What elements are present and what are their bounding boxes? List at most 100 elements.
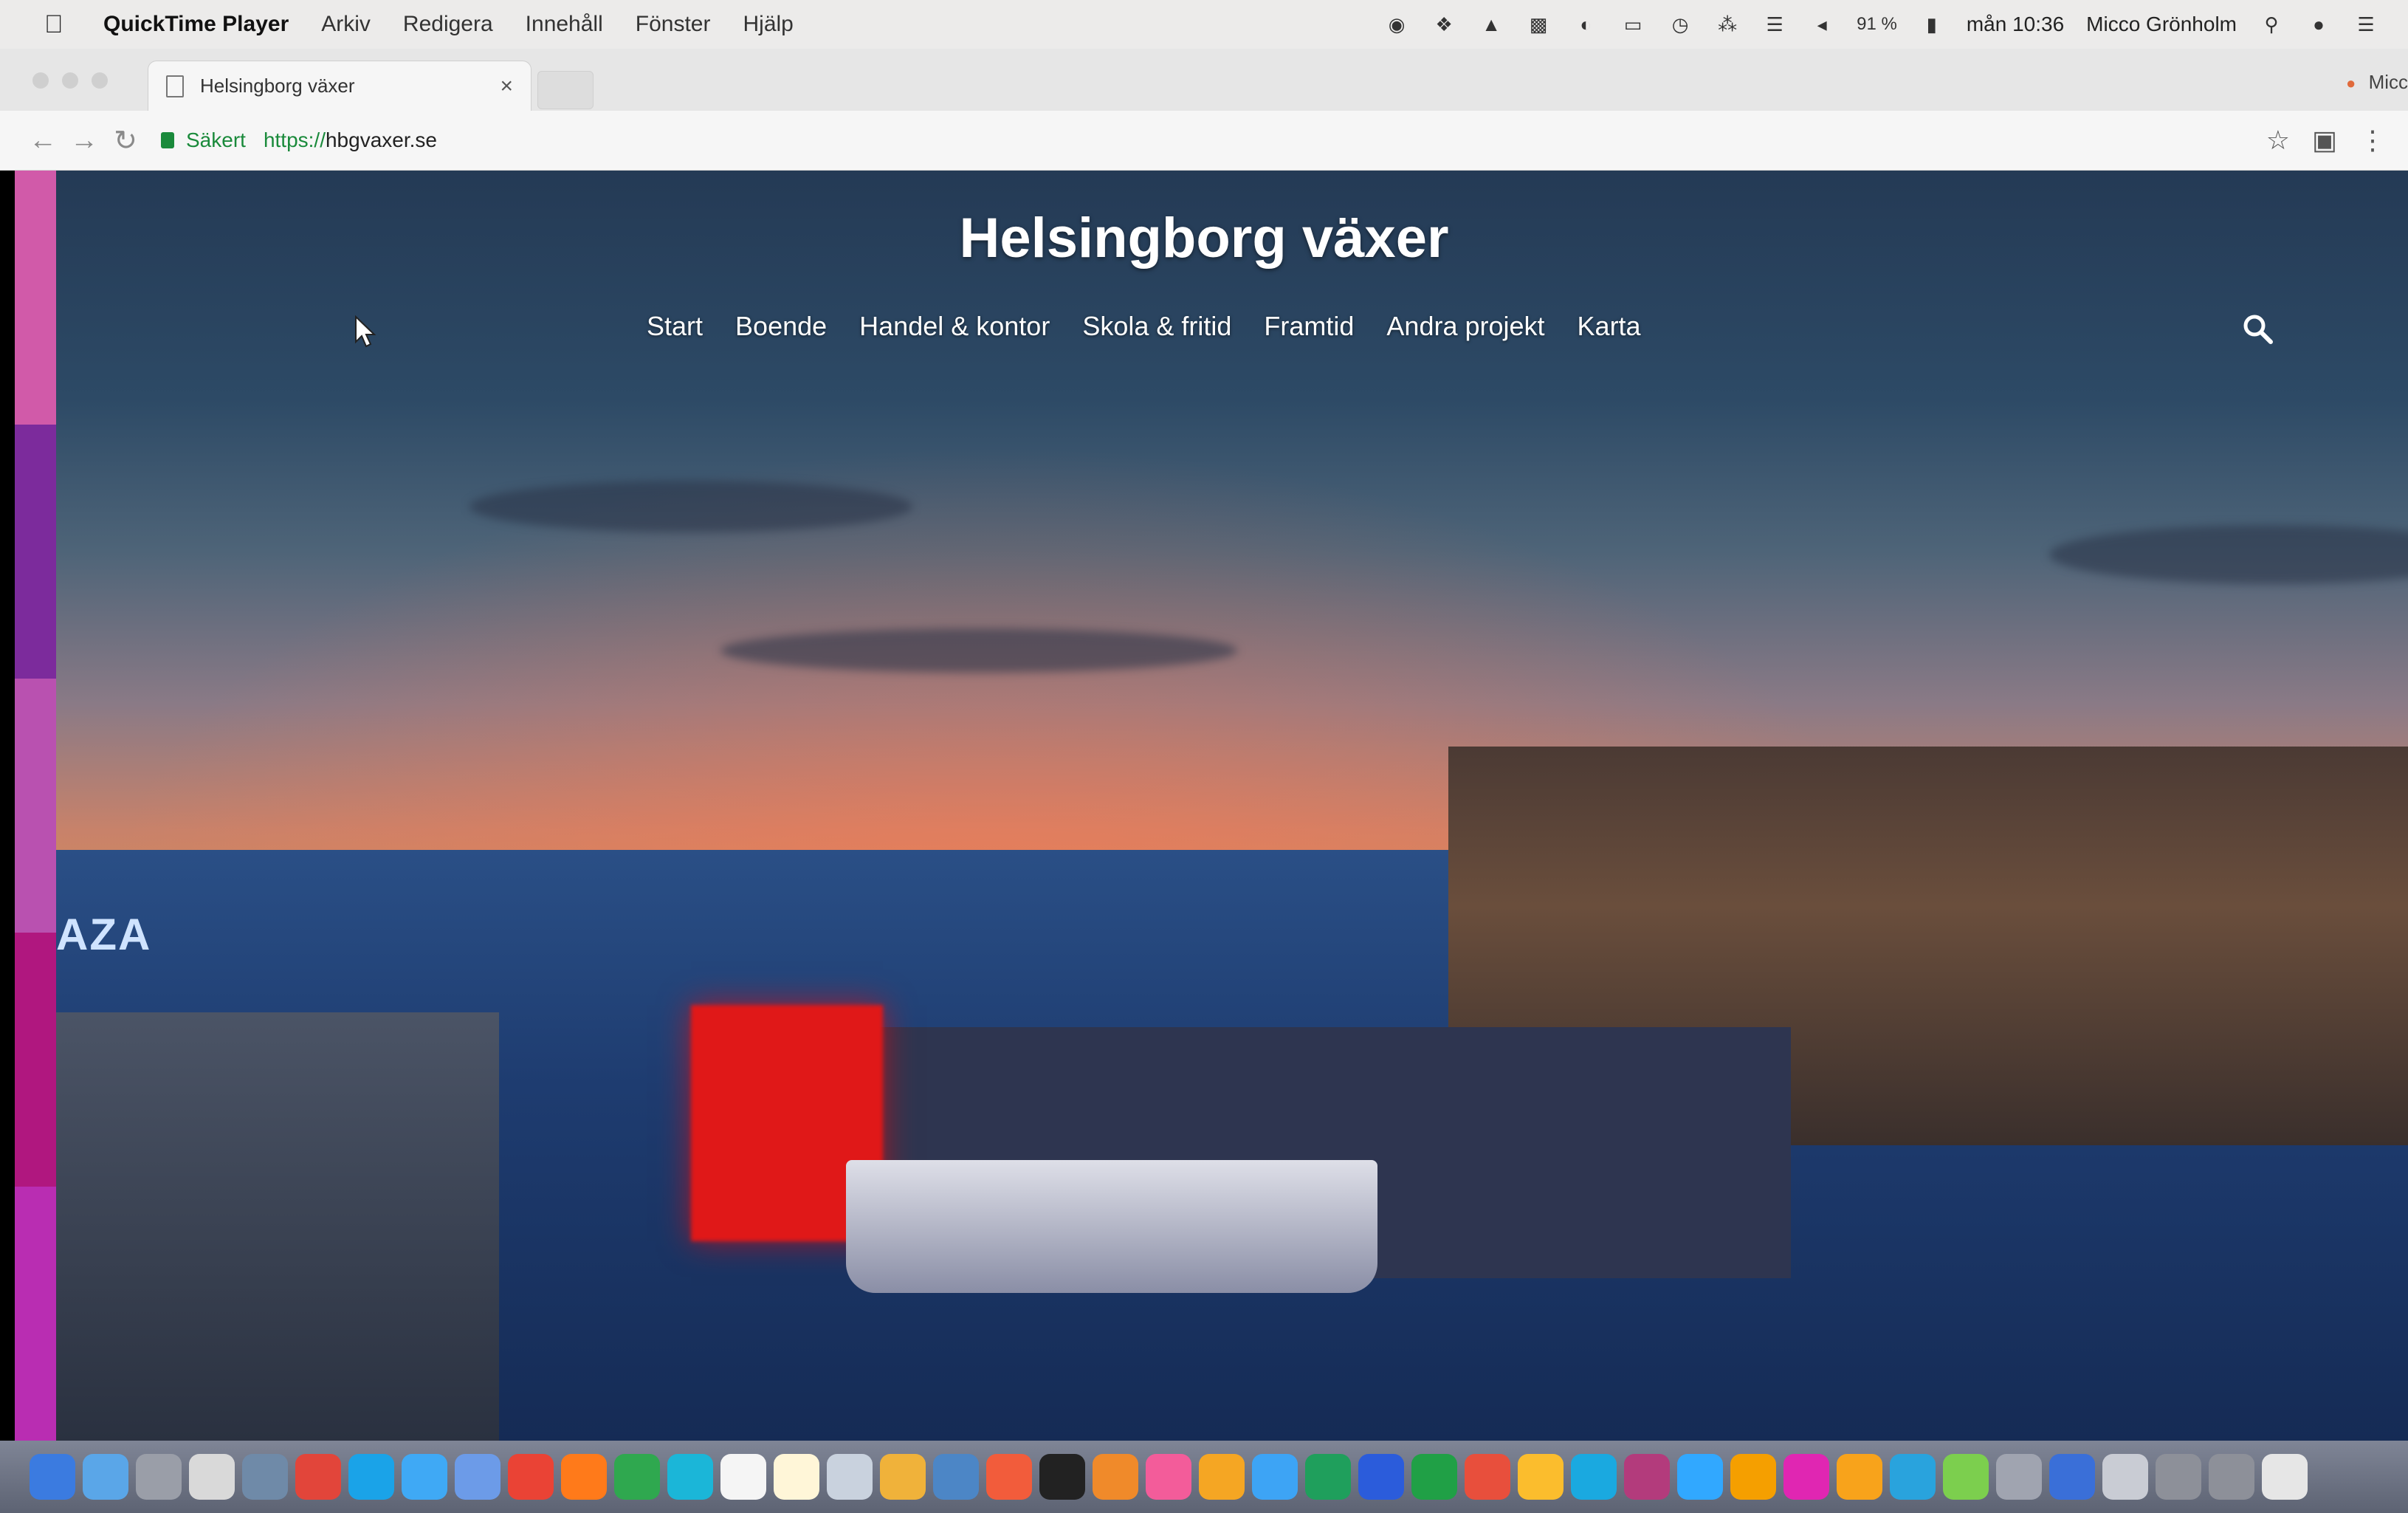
- dock-app-icon[interactable]: [1358, 1454, 1404, 1500]
- bookmark-star-icon[interactable]: ☆: [2266, 125, 2290, 156]
- dock-app-icon[interactable]: [1411, 1454, 1457, 1500]
- dock-app-icon[interactable]: [720, 1454, 766, 1500]
- dock-app-icon[interactable]: [2156, 1454, 2201, 1500]
- extension-icon[interactable]: ▣: [2312, 125, 2337, 156]
- bluetooth-icon[interactable]: ⁂: [1715, 13, 1740, 35]
- dock-app-icon[interactable]: [2102, 1454, 2148, 1500]
- dock-app-icon[interactable]: [1890, 1454, 1936, 1500]
- browser-tab[interactable]: Helsingborg växer ×: [148, 61, 532, 111]
- dock-app-icon[interactable]: [2209, 1454, 2254, 1500]
- record-icon[interactable]: ◉: [1384, 13, 1409, 35]
- nav-andra-projekt[interactable]: Andra projekt: [1386, 311, 1544, 342]
- dock-app-icon[interactable]: [1465, 1454, 1510, 1500]
- web-page: AZA Helsingborg växer Start Boende Hande…: [0, 171, 2408, 1441]
- dock-app-icon[interactable]: [1146, 1454, 1191, 1500]
- nav-handel-kontor[interactable]: Handel & kontor: [859, 311, 1050, 342]
- dock-app-icon[interactable]: [667, 1454, 713, 1500]
- zoom-window-button[interactable]: [92, 72, 108, 89]
- dock-app-icon[interactable]: [933, 1454, 979, 1500]
- evernote-icon[interactable]: ▲: [1479, 13, 1504, 35]
- siri-icon[interactable]: ●: [2306, 13, 2331, 35]
- hotel-sign: AZA: [56, 910, 152, 959]
- back-arrow-icon[interactable]: ←: [22, 120, 63, 161]
- dock-app-icon[interactable]: [1624, 1454, 1670, 1500]
- menu-icon[interactable]: ⋮: [2359, 125, 2386, 156]
- airplay-icon[interactable]: ▭: [1620, 13, 1645, 35]
- dock-app-icon[interactable]: [2262, 1454, 2308, 1500]
- minimize-window-button[interactable]: [62, 72, 78, 89]
- hero-image: AZA: [56, 171, 2408, 1441]
- dock-app-icon[interactable]: [1730, 1454, 1776, 1500]
- battery-icon[interactable]: ▮: [1919, 13, 1944, 35]
- clock[interactable]: mån 10:36: [1967, 13, 2064, 36]
- dock-app-icon[interactable]: [136, 1454, 182, 1500]
- nav-start[interactable]: Start: [647, 311, 703, 342]
- menu-redigera[interactable]: Redigera: [403, 12, 493, 37]
- profile-button[interactable]: ● Micc: [2346, 71, 2408, 94]
- dock-app-icon[interactable]: [189, 1454, 235, 1500]
- dock-app-icon[interactable]: [561, 1454, 607, 1500]
- spotlight-icon[interactable]: ⚲: [2259, 13, 2284, 35]
- nav-boende[interactable]: Boende: [735, 311, 827, 342]
- dock-app-icon[interactable]: [83, 1454, 128, 1500]
- dock-app-icon[interactable]: [455, 1454, 500, 1500]
- dock-app-icon[interactable]: [1305, 1454, 1351, 1500]
- dock-app-icon[interactable]: [1571, 1454, 1617, 1500]
- dock-app-icon[interactable]: [1093, 1454, 1138, 1500]
- creative-cloud-icon[interactable]: ▩: [1526, 13, 1551, 35]
- menu-app-name[interactable]: QuickTime Player: [103, 12, 289, 37]
- reload-icon[interactable]: ↻: [105, 120, 146, 161]
- site-title[interactable]: Helsingborg växer: [0, 206, 2408, 270]
- time-machine-icon[interactable]: ◷: [1668, 13, 1693, 35]
- dock-app-icon[interactable]: [986, 1454, 1032, 1500]
- dock-app-icon[interactable]: [402, 1454, 447, 1500]
- dock-app-icon[interactable]: [242, 1454, 288, 1500]
- dock: [0, 1441, 2408, 1513]
- dock-app-icon[interactable]: [508, 1454, 554, 1500]
- dock-app-icon[interactable]: [295, 1454, 341, 1500]
- search-icon[interactable]: [2241, 312, 2274, 345]
- close-tab-icon[interactable]: ×: [500, 74, 513, 99]
- dock-app-icon[interactable]: [2049, 1454, 2095, 1500]
- night-icon[interactable]: ◐: [1573, 13, 1598, 35]
- dock-app-icon[interactable]: [1199, 1454, 1245, 1500]
- dock-app-icon[interactable]: [30, 1454, 75, 1500]
- dock-app-icon[interactable]: [1677, 1454, 1723, 1500]
- menu-innehall[interactable]: Innehåll: [526, 12, 603, 37]
- dock-app-icon[interactable]: [614, 1454, 660, 1500]
- dock-app-icon[interactable]: [827, 1454, 873, 1500]
- dropbox-icon[interactable]: ❖: [1431, 13, 1456, 35]
- dock-app-icon[interactable]: [348, 1454, 394, 1500]
- dock-app-icon[interactable]: [1518, 1454, 1564, 1500]
- strip-segment-3: [15, 679, 56, 933]
- apple-menu-icon[interactable]: : [44, 10, 74, 39]
- dock-app-icon[interactable]: [1252, 1454, 1298, 1500]
- close-window-button[interactable]: [32, 72, 49, 89]
- dock-app-icon[interactable]: [774, 1454, 819, 1500]
- dock-app-icon[interactable]: [1996, 1454, 2042, 1500]
- notification-center-icon[interactable]: ☰: [2353, 13, 2378, 35]
- dock-app-icon[interactable]: [1783, 1454, 1829, 1500]
- volume-icon[interactable]: ◂: [1809, 13, 1834, 35]
- wifi-icon[interactable]: ☰: [1762, 13, 1787, 35]
- url-scheme: https://: [263, 128, 326, 151]
- url-text: https://hbgvaxer.se: [264, 128, 437, 152]
- nav-framtid[interactable]: Framtid: [1264, 311, 1354, 342]
- mouse-cursor-icon: [355, 315, 376, 348]
- nav-karta[interactable]: Karta: [1578, 311, 1641, 342]
- profile-label: Micc: [2368, 71, 2408, 93]
- nav-skola-fritid[interactable]: Skola & fritid: [1082, 311, 1231, 342]
- new-tab-button[interactable]: [537, 71, 594, 109]
- dock-app-icon[interactable]: [1039, 1454, 1085, 1500]
- cloud-shape: [469, 481, 912, 532]
- dock-app-icon[interactable]: [1943, 1454, 1989, 1500]
- menu-fonster[interactable]: Fönster: [636, 12, 711, 37]
- dock-app-icon[interactable]: [880, 1454, 926, 1500]
- menu-arkiv[interactable]: Arkiv: [321, 12, 371, 37]
- forward-arrow-icon[interactable]: →: [63, 120, 105, 161]
- user-name[interactable]: Micco Grönholm: [2086, 13, 2237, 36]
- address-bar[interactable]: Säkert https://hbgvaxer.se: [161, 120, 437, 161]
- dock-app-icon[interactable]: [1837, 1454, 1882, 1500]
- menu-hjalp[interactable]: Hjälp: [743, 12, 793, 37]
- tab-title: Helsingborg växer: [200, 75, 355, 97]
